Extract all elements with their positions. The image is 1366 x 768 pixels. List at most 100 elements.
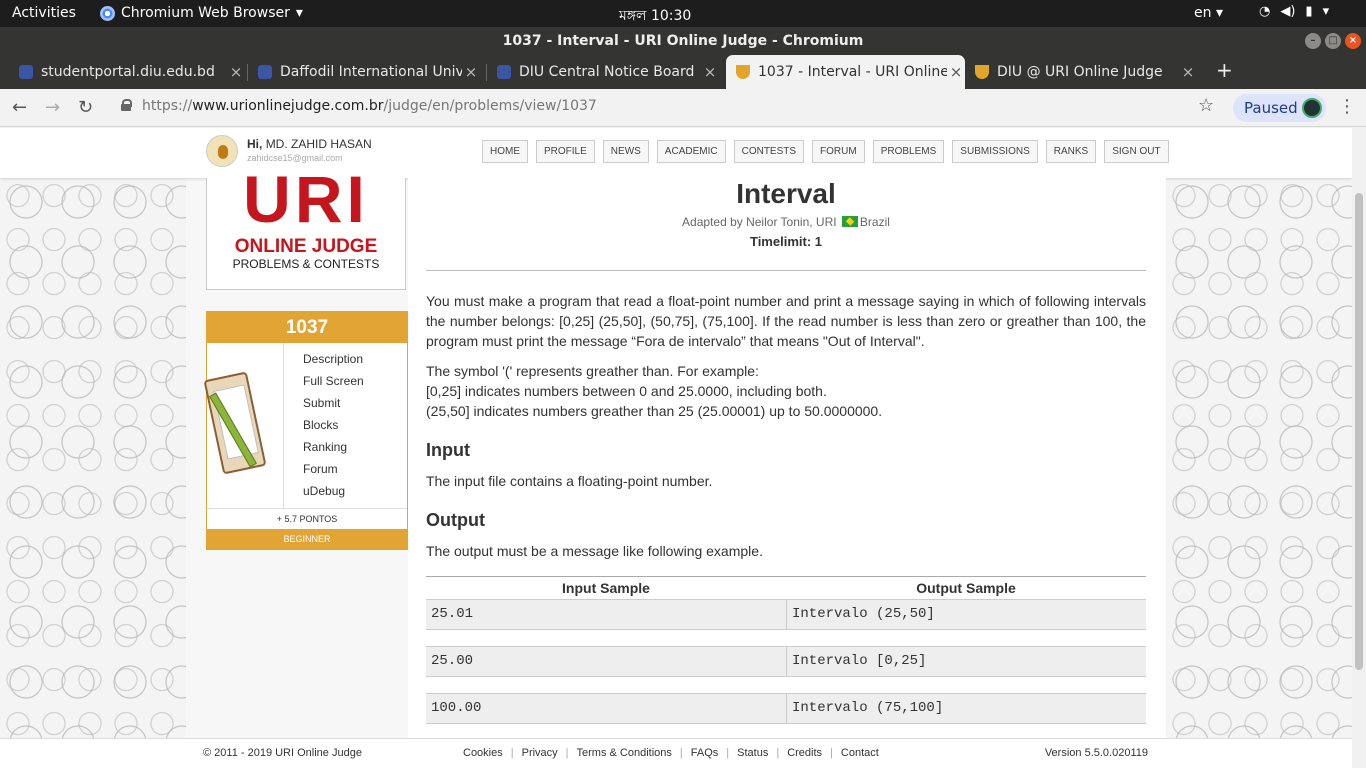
close-tab-icon[interactable]: ×: [462, 55, 480, 89]
logo-online-judge: ONLINE JUDGE: [234, 236, 378, 257]
menu-blocks[interactable]: Blocks: [303, 414, 364, 436]
tab-separator: [247, 64, 248, 81]
table-row: 100.00 Intervalo (75,100]: [426, 693, 1146, 724]
activities-button[interactable]: Activities: [12, 5, 76, 21]
site-header: Hi, MD. ZAHID HASAN zahidcse15@gmail.com…: [0, 128, 1352, 178]
sample-header-row: Input Sample Output Sample: [426, 577, 1146, 599]
scrollbar-thumb[interactable]: [1355, 193, 1363, 670]
tab-title: DIU Central Notice Board: [519, 64, 695, 80]
footer-link-privacy[interactable]: Privacy: [522, 739, 558, 768]
chromium-icon: [100, 5, 115, 21]
window-title: 1037 - Interval - URI Online Judge - Chr…: [502, 33, 864, 49]
symbol-line: The symbol '(' represents greather than.…: [426, 363, 759, 379]
problem-id: 1037: [207, 312, 407, 343]
background-pattern: [0, 178, 186, 738]
url-path: /judge/en/problems/view/1037: [383, 98, 597, 114]
divider: [426, 270, 1146, 271]
problem-points: + 5.7 PONTOS: [207, 508, 407, 529]
tab-uri-problem[interactable]: 1037 - Interval - URI Online Judge ×: [726, 55, 965, 89]
clock[interactable]: মঙ্গল 10:30: [619, 4, 691, 28]
version-label: Version 5.5.0.020119: [1044, 747, 1148, 759]
wifi-icon: ◔: [1259, 4, 1271, 19]
footer-link-credits[interactable]: Credits: [787, 739, 822, 768]
uri-logo[interactable]: URI ONLINE JUDGE PROBLEMS & CONTESTS: [206, 164, 406, 290]
footer-link-terms[interactable]: Terms & Conditions: [577, 739, 672, 768]
forward-arrow-icon[interactable]: →: [45, 97, 60, 118]
footer-link-contact[interactable]: Contact: [841, 739, 879, 768]
browser-toolbar: ← → ↻ https://www.urionlinejudge.com.br/…: [0, 89, 1366, 127]
sample-input: 25.01: [431, 606, 474, 622]
tab-strip: studentportal.diu.edu.bd × Daffodil Inte…: [0, 55, 1366, 89]
nav-sign-out[interactable]: SIGN OUT: [1104, 140, 1169, 163]
tab-daffodil[interactable]: Daffodil International University ×: [258, 55, 480, 89]
nav-forum[interactable]: FORUM: [812, 140, 865, 163]
symbol-line: (25,50] indicates numbers greather than …: [426, 403, 883, 419]
brazil-flag-icon: [841, 216, 858, 227]
copyright: © 2011 - 2019 URI Online Judge: [203, 747, 362, 759]
close-window-button[interactable]: ×: [1345, 33, 1361, 49]
sample-table: Input Sample Output Sample 25.01 Interva…: [426, 576, 1146, 740]
close-tab-icon[interactable]: ×: [947, 55, 965, 89]
kebab-menu-icon[interactable]: ⋮: [1338, 96, 1356, 117]
nav-profile[interactable]: PROFILE: [536, 140, 595, 163]
system-top-bar: Activities Chromium Web Browser ▾ মঙ্গল …: [0, 0, 1366, 27]
footer-separator: |: [565, 747, 569, 759]
output-text: The output must be a message like follow…: [426, 543, 763, 559]
tab-title: Daffodil International University: [280, 64, 462, 80]
url-scheme: https://: [142, 98, 193, 114]
close-tab-icon[interactable]: ×: [227, 55, 245, 89]
nav-contests[interactable]: CONTESTS: [733, 140, 805, 163]
footer-separator: |: [679, 747, 683, 759]
new-tab-button[interactable]: +: [1216, 58, 1233, 82]
footer-separator: |: [776, 747, 780, 759]
app-menu-label: Chromium Web Browser: [121, 5, 290, 21]
problem-content: Interval Adapted by Neilor Tonin, URI Br…: [408, 178, 1166, 738]
footer-link-cookies[interactable]: Cookies: [463, 739, 503, 768]
footer-link-faqs[interactable]: FAQs: [691, 739, 719, 768]
tab-studentportal[interactable]: studentportal.diu.edu.bd ×: [19, 55, 245, 89]
language-indicator[interactable]: en ▾: [1194, 5, 1223, 21]
nav-problems[interactable]: PROBLEMS: [872, 140, 945, 163]
profile-button[interactable]: Paused: [1233, 94, 1326, 122]
menu-forum[interactable]: Forum: [303, 458, 364, 480]
minimize-button[interactable]: –: [1305, 33, 1321, 49]
page-scrollbar[interactable]: [1352, 128, 1366, 768]
background-pattern: [1166, 178, 1352, 738]
nav-submissions[interactable]: SUBMISSIONS: [952, 140, 1038, 163]
symbol-explanation: The symbol '(' represents greather than.…: [426, 361, 1146, 421]
bookmark-star-icon[interactable]: ☆: [1198, 95, 1214, 116]
sample-input: 25.00: [431, 653, 474, 669]
menu-ranking[interactable]: Ranking: [303, 436, 364, 458]
menu-submit[interactable]: Submit: [303, 392, 364, 414]
nav-home[interactable]: HOME: [482, 140, 528, 163]
app-menu[interactable]: Chromium Web Browser ▾: [100, 5, 303, 21]
menu-udebug[interactable]: uDebug: [303, 480, 364, 502]
trophy-icon: [736, 65, 750, 79]
reload-icon[interactable]: ↻: [78, 97, 93, 118]
maximize-button[interactable]: □: [1325, 33, 1341, 49]
problem-level: BEGINNER: [207, 529, 407, 549]
close-tab-icon[interactable]: ×: [1179, 55, 1197, 89]
output-heading: Output: [426, 510, 485, 530]
close-tab-icon[interactable]: ×: [701, 55, 719, 89]
language-label: en: [1194, 5, 1212, 21]
address-bar[interactable]: https://www.urionlinejudge.com.br/judge/…: [142, 98, 597, 114]
system-tray[interactable]: ◔ ◀) ▮ ▾: [1259, 4, 1329, 19]
nav-news[interactable]: NEWS: [602, 140, 649, 163]
adapted-by: Adapted by Neilor Tonin, URI Brazil: [426, 215, 1146, 229]
lock-icon[interactable]: [121, 99, 132, 111]
tab-diu-uri[interactable]: DIU @ URI Online Judge ×: [975, 55, 1197, 89]
avatar[interactable]: [206, 135, 238, 167]
output-sample-header: Output Sample: [916, 580, 1016, 596]
nav-ranks[interactable]: RANKS: [1045, 140, 1097, 163]
tab-notice-board[interactable]: DIU Central Notice Board ×: [497, 55, 719, 89]
nav-academic[interactable]: ACADEMIC: [656, 140, 726, 163]
menu-description[interactable]: Description: [303, 348, 364, 370]
menu-full-screen[interactable]: Full Screen: [303, 370, 364, 392]
window-title-bar: 1037 - Interval - URI Online Judge - Chr…: [0, 27, 1366, 55]
volume-icon: ◀): [1280, 4, 1296, 19]
table-row: 25.01 Intervalo (25,50]: [426, 599, 1146, 630]
site-footer: © 2011 - 2019 URI Online Judge Cookies | …: [0, 738, 1352, 768]
back-arrow-icon[interactable]: ←: [12, 97, 27, 118]
footer-link-status[interactable]: Status: [737, 739, 768, 768]
